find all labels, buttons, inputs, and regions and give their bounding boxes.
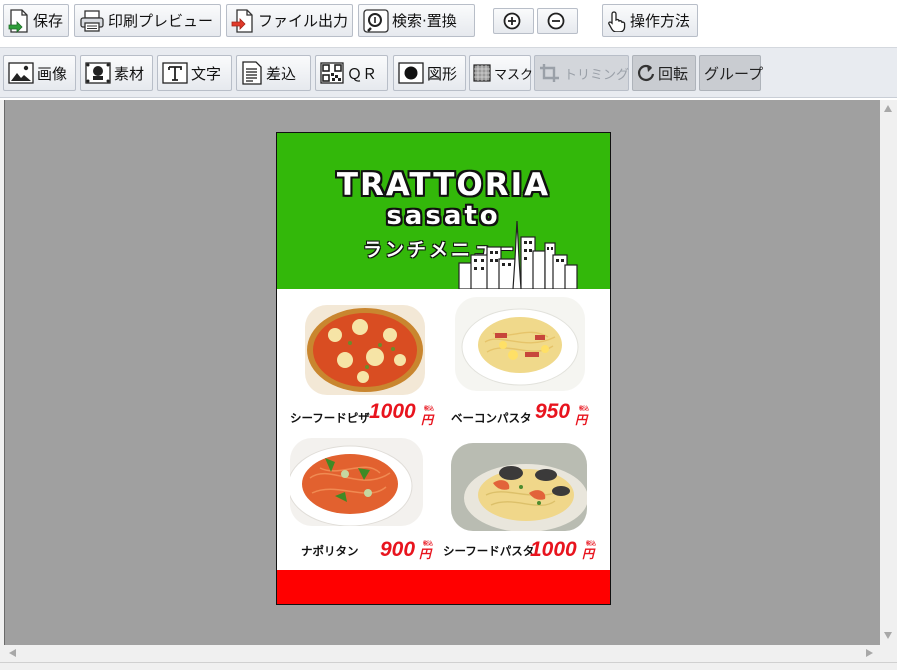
save-label: 保存 bbox=[33, 12, 64, 30]
tax-label: 税込 bbox=[579, 406, 590, 412]
scroll-left-arrow-icon[interactable] bbox=[9, 649, 16, 657]
qr-code-icon bbox=[320, 62, 344, 84]
yen-mark: 円 bbox=[582, 547, 595, 561]
horizontal-scrollbar[interactable] bbox=[4, 645, 880, 662]
image-label: 画像 bbox=[37, 64, 68, 83]
mask-icon bbox=[473, 64, 491, 82]
scroll-right-arrow-icon[interactable] bbox=[866, 649, 873, 657]
save-button[interactable]: 保存 bbox=[3, 4, 69, 37]
save-icon bbox=[8, 8, 30, 33]
image-icon bbox=[8, 62, 34, 84]
city-skyline-icon[interactable] bbox=[457, 219, 587, 289]
scroll-down-arrow-icon[interactable] bbox=[884, 632, 892, 639]
item-price[interactable]: 1000 bbox=[530, 538, 577, 562]
shape-button[interactable]: 図形 bbox=[393, 55, 466, 91]
image-button[interactable]: 画像 bbox=[3, 55, 76, 91]
yen-mark: 円 bbox=[421, 413, 434, 427]
item-name[interactable]: ナポリタン bbox=[301, 543, 359, 559]
insert-toolbar: 画像 素材 文字 差込 ＱＲ 図形 マスク トリミング 回転 グループ bbox=[0, 47, 897, 98]
group-button[interactable]: グループ bbox=[699, 55, 764, 91]
how-to-label: 操作方法 bbox=[630, 12, 691, 30]
scroll-up-arrow-icon[interactable] bbox=[884, 105, 892, 112]
item-name[interactable]: シーフードピザ bbox=[290, 410, 370, 426]
zoom-out-button[interactable] bbox=[537, 8, 578, 34]
trimming-button[interactable]: トリミング bbox=[534, 55, 629, 91]
yen-mark: 円 bbox=[575, 413, 588, 427]
main-toolbar: 保存 印刷プレビュー ファイル出力 検索·置換 操作方法 bbox=[0, 0, 897, 47]
tax-label: 税込 bbox=[423, 541, 434, 547]
file-output-button[interactable]: ファイル出力 bbox=[226, 4, 353, 37]
stamp-icon bbox=[85, 62, 111, 84]
mask-label: マスク bbox=[494, 67, 534, 83]
item-price[interactable]: 1000 bbox=[369, 400, 416, 424]
print-preview-button[interactable]: 印刷プレビュー bbox=[74, 4, 221, 37]
vertical-scrollbar[interactable] bbox=[880, 100, 897, 645]
poster-title[interactable]: TRATTORIA bbox=[277, 167, 610, 203]
rotate-icon bbox=[637, 63, 655, 83]
qr-button[interactable]: ＱＲ bbox=[315, 55, 388, 91]
text-icon bbox=[162, 62, 188, 84]
zoom-in-button[interactable] bbox=[493, 8, 534, 34]
shape-circle-icon bbox=[398, 62, 424, 84]
napolitan-photo[interactable] bbox=[290, 438, 423, 526]
mask-button[interactable]: マスク bbox=[469, 55, 534, 91]
zoom-out-icon bbox=[546, 11, 566, 31]
scrollbar-corner bbox=[880, 645, 897, 662]
yen-mark: 円 bbox=[419, 547, 432, 561]
seafood-pasta-photo[interactable] bbox=[451, 443, 587, 531]
file-export-icon bbox=[231, 8, 255, 33]
item-price[interactable]: 900 bbox=[380, 538, 415, 562]
text-label: 文字 bbox=[191, 64, 222, 83]
material-button[interactable]: 素材 bbox=[80, 55, 153, 91]
text-button[interactable]: 文字 bbox=[157, 55, 232, 91]
pizza-photo[interactable] bbox=[305, 305, 425, 395]
rotate-label: 回転 bbox=[658, 64, 689, 83]
group-label: グループ bbox=[704, 64, 764, 83]
poster-header[interactable]: TRATTORIA sasato ランチメニュー bbox=[277, 133, 610, 289]
search-replace-label: 検索·置換 bbox=[392, 12, 457, 30]
zoom-in-icon bbox=[502, 11, 522, 31]
trimming-label: トリミング bbox=[564, 67, 630, 83]
material-label: 素材 bbox=[114, 64, 145, 83]
status-bar bbox=[0, 662, 897, 670]
search-icon bbox=[363, 8, 389, 33]
rotate-button[interactable]: 回転 bbox=[632, 55, 696, 91]
hand-pointer-icon bbox=[607, 10, 627, 32]
shape-label: 図形 bbox=[427, 64, 458, 83]
poster-page[interactable]: TRATTORIA sasato ランチメニュー シーフードピザ 1000 円 … bbox=[276, 132, 611, 605]
how-to-button[interactable]: 操作方法 bbox=[602, 4, 698, 37]
document-list-icon bbox=[241, 61, 263, 85]
item-price[interactable]: 950 bbox=[535, 400, 570, 424]
printer-icon bbox=[79, 9, 105, 33]
file-output-label: ファイル出力 bbox=[258, 12, 349, 30]
qr-label: ＱＲ bbox=[347, 64, 378, 83]
bacon-pasta-photo[interactable] bbox=[455, 297, 585, 391]
tax-label: 税込 bbox=[424, 406, 435, 412]
search-replace-button[interactable]: 検索·置換 bbox=[358, 4, 475, 37]
item-name[interactable]: ベーコンパスタ bbox=[451, 410, 532, 426]
crop-icon bbox=[539, 63, 561, 83]
poster-footer[interactable] bbox=[277, 570, 610, 604]
merge-label: 差込 bbox=[266, 64, 297, 83]
print-preview-label: 印刷プレビュー bbox=[108, 12, 214, 30]
item-name[interactable]: シーフードパスタ bbox=[443, 543, 534, 559]
merge-button[interactable]: 差込 bbox=[236, 55, 311, 91]
tax-label: 税込 bbox=[586, 541, 597, 547]
